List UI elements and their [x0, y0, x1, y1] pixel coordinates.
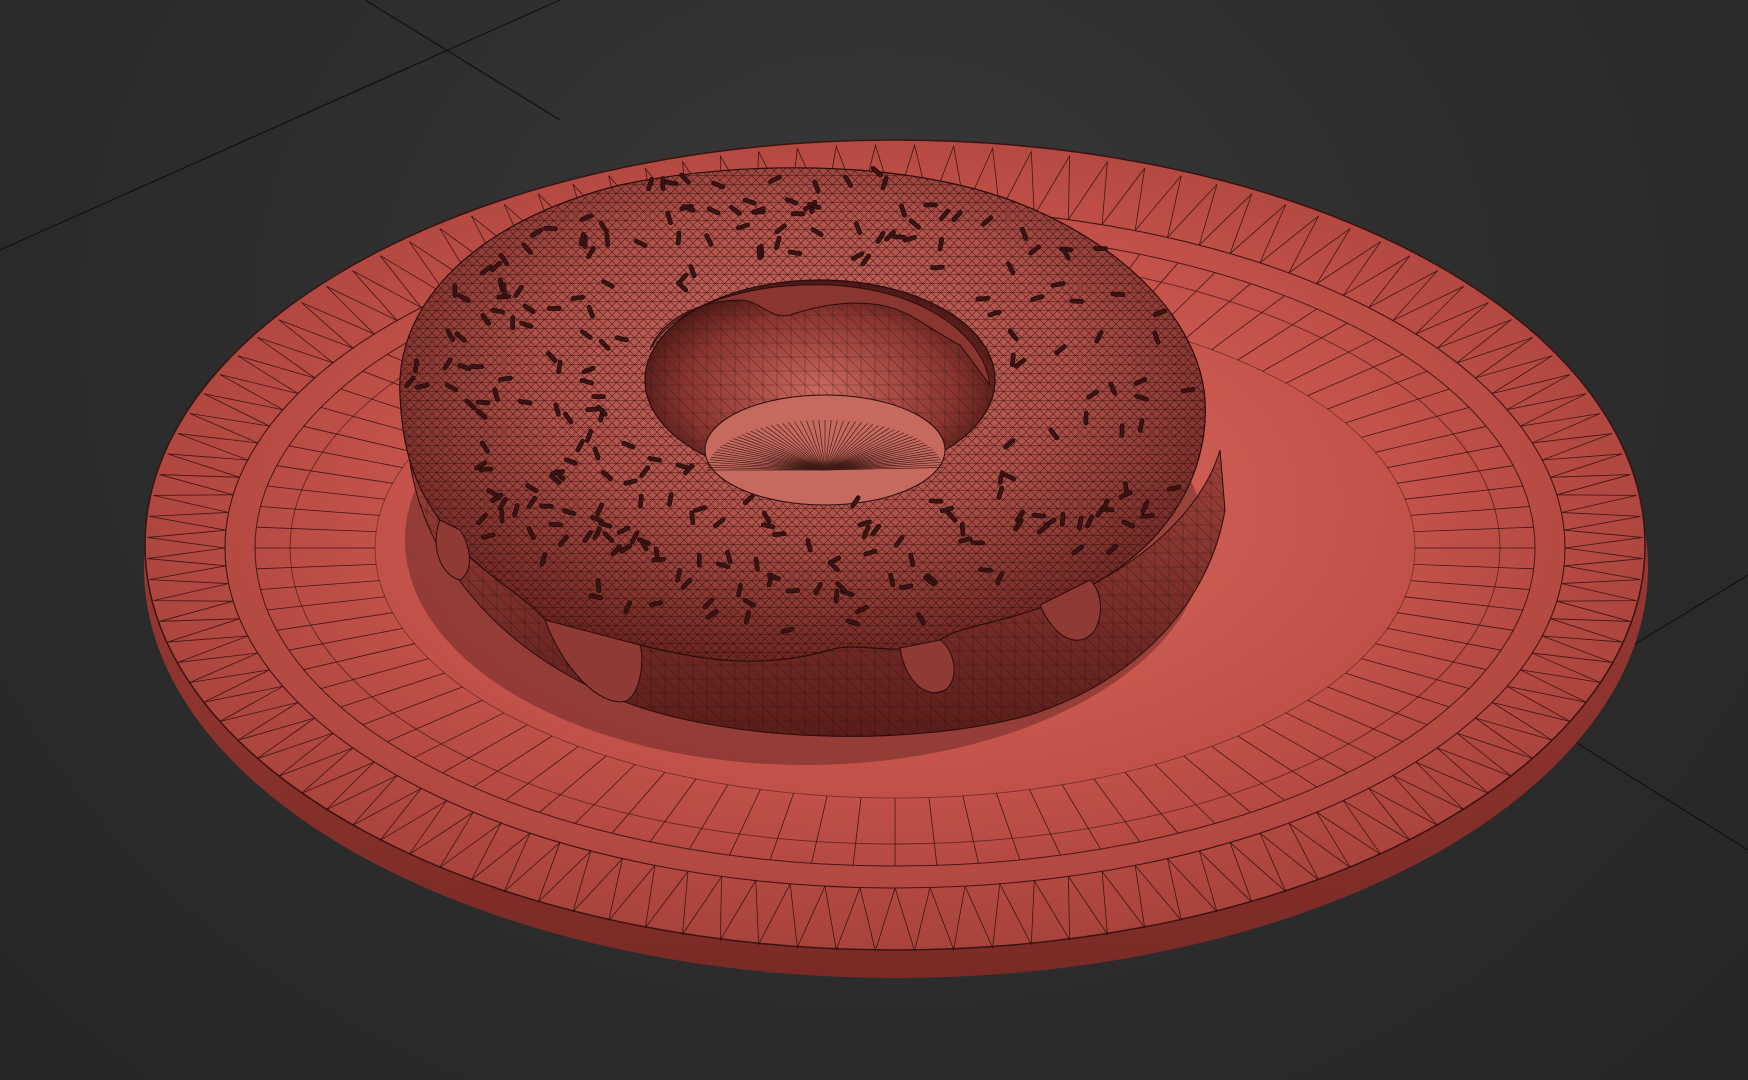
sprinkle	[1069, 298, 1085, 304]
sprinkle	[604, 232, 611, 248]
sprinkle	[499, 508, 505, 524]
sprinkle	[790, 211, 806, 217]
sprinkle	[1083, 410, 1089, 426]
sprinkle	[591, 394, 606, 399]
sprinkle	[543, 226, 558, 231]
sprinkle	[923, 202, 938, 208]
sprinkle	[756, 245, 763, 261]
sprinkle	[539, 503, 554, 509]
sprinkle	[496, 294, 511, 300]
sprinkle	[1059, 512, 1066, 527]
sprinkle	[1093, 246, 1108, 251]
sprinkle	[651, 556, 666, 563]
sprinkle	[452, 283, 458, 298]
sprinkle	[548, 521, 564, 528]
viewport-scene[interactable]	[0, 0, 1748, 1080]
sprinkle	[970, 540, 985, 546]
sprinkle	[501, 281, 507, 297]
sprinkle	[959, 522, 966, 537]
sprinkle	[978, 567, 993, 573]
sprinkle	[833, 588, 840, 604]
sprinkle	[785, 588, 801, 594]
sprinkle	[892, 234, 907, 240]
sprinkle	[1110, 291, 1126, 297]
sprinkle	[696, 552, 702, 568]
sprinkle	[1119, 423, 1125, 438]
sprinkle	[675, 230, 682, 246]
sprinkle	[928, 498, 944, 504]
sprinkle	[510, 315, 516, 331]
sprinkle	[469, 364, 485, 370]
sprinkle	[660, 176, 666, 191]
sprinkle	[475, 399, 491, 406]
sprinkle	[975, 296, 991, 302]
sprinkle	[930, 264, 945, 271]
donut-mesh[interactable]	[399, 166, 1226, 765]
3d-viewport[interactable]	[0, 0, 1748, 1080]
sprinkle	[547, 306, 562, 311]
sprinkle	[1140, 513, 1155, 519]
